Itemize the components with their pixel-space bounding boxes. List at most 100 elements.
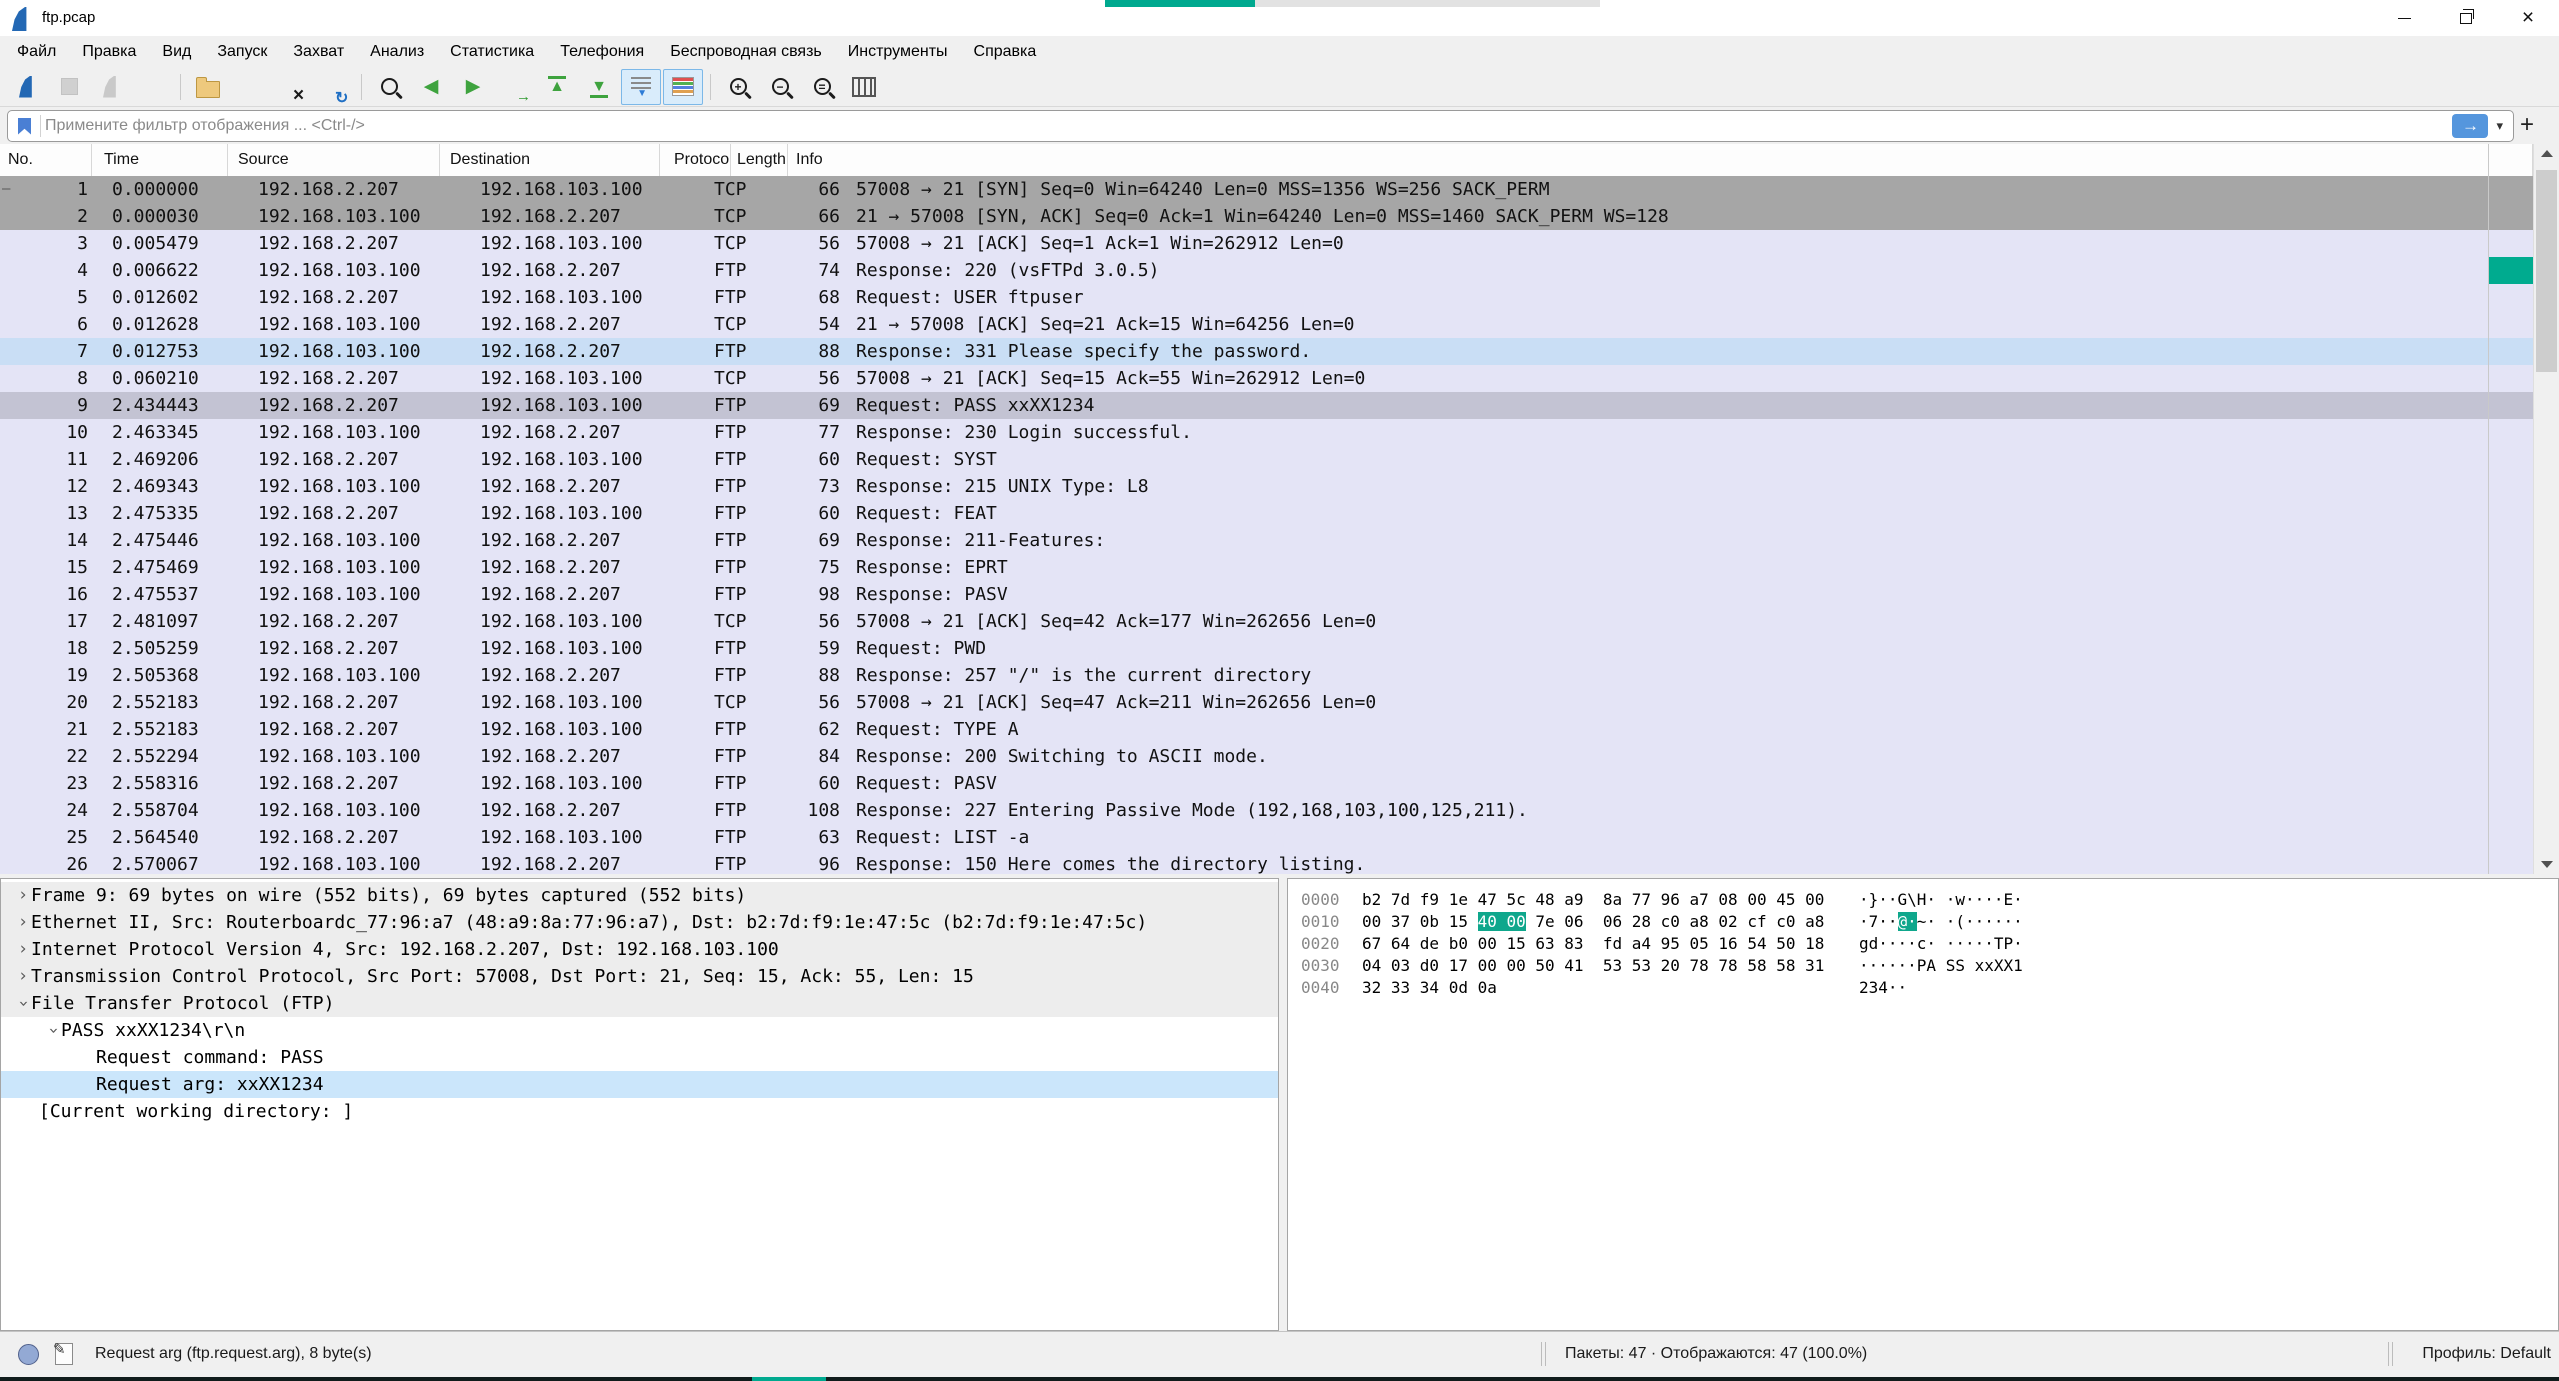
minimize-button[interactable] — [2373, 0, 2435, 36]
previous-packet-button[interactable]: ◀ — [411, 69, 451, 105]
packet-row[interactable]: 70.012753192.168.103.100192.168.2.207FTP… — [0, 338, 2533, 365]
capture-comment-icon[interactable] — [55, 1343, 73, 1365]
column-header-length[interactable]: Length — [731, 144, 788, 176]
hex-row[interactable]: 0000b2 7d f9 1e 47 5c 48 a9 8a 77 96 a7 … — [1301, 889, 2558, 911]
zoom-original-button[interactable]: = — [802, 69, 842, 105]
detail-row[interactable]: Request arg: xxXX1234 — [1, 1071, 1278, 1098]
menu-statistics[interactable]: Статистика — [437, 36, 547, 67]
detail-row[interactable]: ›Internet Protocol Version 4, Src: 192.1… — [1, 936, 1278, 963]
hex-row[interactable]: 002067 64 de b0 00 15 63 83 fd a4 95 05 … — [1301, 933, 2558, 955]
packet-row[interactable]: 80.060210192.168.2.207192.168.103.100TCP… — [0, 365, 2533, 392]
hex-row[interactable]: 001000 37 0b 15 40 00 7e 06 06 28 c0 a8 … — [1301, 911, 2558, 933]
first-packet-button[interactable]: ▲ — [537, 69, 577, 105]
column-header-no[interactable]: No. — [0, 144, 92, 176]
filter-dropdown-caret-icon[interactable]: ▾ — [2496, 118, 2503, 134]
detail-row[interactable]: Request command: PASS — [1, 1044, 1278, 1071]
packet-list-scrollbar[interactable] — [2533, 144, 2559, 874]
close-button[interactable]: × — [2497, 0, 2559, 36]
detail-row[interactable]: ›Transmission Control Protocol, Src Port… — [1, 963, 1278, 990]
packet-row[interactable]: 252.564540192.168.2.207192.168.103.100FT… — [0, 824, 2533, 851]
add-filter-button[interactable]: + — [2513, 110, 2541, 140]
packet-row[interactable]: 50.012602192.168.2.207192.168.103.100FTP… — [0, 284, 2533, 311]
menu-capture[interactable]: Захват — [280, 36, 357, 67]
colorize-button[interactable] — [663, 69, 703, 105]
expand-icon[interactable]: › — [15, 963, 31, 990]
packet-row[interactable]: 202.552183192.168.2.207192.168.103.100TC… — [0, 689, 2533, 716]
menu-wireless[interactable]: Беспроводная связь — [657, 36, 835, 67]
zoom-out-button[interactable]: − — [760, 69, 800, 105]
menu-view[interactable]: Вид — [149, 36, 204, 67]
packet-row[interactable]: 132.475335192.168.2.207192.168.103.100FT… — [0, 500, 2533, 527]
detail-row[interactable]: ›File Transfer Protocol (FTP) — [1, 990, 1278, 1017]
find-packet-button[interactable] — [369, 69, 409, 105]
apply-filter-button[interactable]: → — [2452, 114, 2488, 138]
next-packet-button[interactable]: ▶ — [453, 69, 493, 105]
status-profile[interactable]: Профиль: Default — [2422, 1345, 2551, 1363]
reload-file-button[interactable] — [314, 69, 354, 105]
column-header-source[interactable]: Source — [228, 144, 440, 176]
detail-row[interactable]: [Current working directory: ] — [1, 1098, 1278, 1125]
column-header-protocol[interactable]: Protocol — [660, 144, 731, 176]
column-header-info[interactable]: Info — [788, 144, 2533, 176]
hex-row[interactable]: 004032 33 34 0d 0a234·· — [1301, 977, 2558, 999]
packet-row[interactable]: 232.558316192.168.2.207192.168.103.100FT… — [0, 770, 2533, 797]
menu-analyze[interactable]: Анализ — [357, 36, 437, 67]
expand-icon[interactable]: › — [15, 936, 31, 963]
zoom-in-button[interactable]: + — [718, 69, 758, 105]
packet-row[interactable]: 92.434443192.168.2.207192.168.103.100FTP… — [0, 392, 2533, 419]
packet-row[interactable]: 262.570067192.168.103.100192.168.2.207FT… — [0, 851, 2533, 874]
hex-row[interactable]: 003004 03 d0 17 00 00 50 41 53 53 20 78 … — [1301, 955, 2558, 977]
display-filter-box[interactable]: → ▾ — [7, 110, 2514, 142]
column-header-destination[interactable]: Destination — [440, 144, 660, 176]
menu-edit[interactable]: Правка — [69, 36, 149, 67]
restore-button[interactable] — [2435, 0, 2497, 36]
packet-row[interactable]: 182.505259192.168.2.207192.168.103.100FT… — [0, 635, 2533, 662]
scrollbar-up-icon[interactable] — [2541, 150, 2553, 157]
scrollbar-down-icon[interactable] — [2541, 861, 2553, 868]
auto-scroll-button[interactable] — [621, 69, 661, 105]
packet-row[interactable]: 192.505368192.168.103.100192.168.2.207FT… — [0, 662, 2533, 689]
last-packet-button[interactable]: ▼ — [579, 69, 619, 105]
go-to-packet-button[interactable] — [495, 69, 535, 105]
packet-row[interactable]: 112.469206192.168.2.207192.168.103.100FT… — [0, 446, 2533, 473]
scrollbar-thumb[interactable] — [2536, 170, 2557, 372]
column-header-time[interactable]: Time — [92, 144, 228, 176]
detail-row[interactable]: ›PASS xxXX1234\r\n — [1, 1017, 1278, 1044]
packet-row[interactable]: 122.469343192.168.103.100192.168.2.207FT… — [0, 473, 2533, 500]
packet-row[interactable]: 152.475469192.168.103.100192.168.2.207FT… — [0, 554, 2533, 581]
packet-row[interactable]: 30.005479192.168.2.207192.168.103.100TCP… — [0, 230, 2533, 257]
packet-row[interactable]: 142.475446192.168.103.100192.168.2.207FT… — [0, 527, 2533, 554]
open-file-button[interactable] — [188, 69, 228, 105]
resize-columns-button[interactable] — [844, 69, 884, 105]
expert-info-icon[interactable] — [18, 1344, 39, 1365]
packet-row[interactable]: 20.000030192.168.103.100192.168.2.207TCP… — [0, 203, 2533, 230]
packet-row[interactable]: 40.006622192.168.103.100192.168.2.207FTP… — [0, 257, 2533, 284]
packet-row[interactable]: 10.000000192.168.2.207192.168.103.100TCP… — [0, 176, 2533, 203]
menu-telephony[interactable]: Телефония — [547, 36, 657, 67]
menu-go[interactable]: Запуск — [204, 36, 280, 67]
start-capture-button[interactable] — [7, 69, 47, 105]
packet-row[interactable]: 222.552294192.168.103.100192.168.2.207FT… — [0, 743, 2533, 770]
packet-row[interactable]: 162.475537192.168.103.100192.168.2.207FT… — [0, 581, 2533, 608]
menu-file[interactable]: Файл — [4, 36, 69, 67]
expand-icon[interactable]: › — [15, 909, 31, 936]
packet-proto: TCP — [700, 311, 785, 338]
detail-row[interactable]: ›Ethernet II, Src: Routerboardc_77:96:a7… — [1, 909, 1278, 936]
expand-icon[interactable]: › — [15, 882, 31, 909]
packet-row[interactable]: 212.552183192.168.2.207192.168.103.100FT… — [0, 716, 2533, 743]
hex-offset: 0010 — [1301, 911, 1362, 933]
menu-help[interactable]: Справка — [961, 36, 1050, 67]
filter-bookmark-icon[interactable] — [18, 118, 31, 135]
display-filter-input[interactable] — [43, 116, 2452, 136]
close-file-button[interactable] — [272, 69, 312, 105]
packet-row[interactable]: 60.012628192.168.103.100192.168.2.207TCP… — [0, 311, 2533, 338]
menu-tools[interactable]: Инструменты — [835, 36, 961, 67]
packet-row[interactable]: 172.481097192.168.2.207192.168.103.100TC… — [0, 608, 2533, 635]
collapse-icon[interactable]: › — [10, 996, 37, 1012]
capture-options-button[interactable] — [133, 69, 173, 105]
detail-row[interactable]: ›Frame 9: 69 bytes on wire (552 bits), 6… — [1, 882, 1278, 909]
detail-text: Ethernet II, Src: Routerboardc_77:96:a7 … — [31, 909, 1147, 936]
packet-row[interactable]: 102.463345192.168.103.100192.168.2.207FT… — [0, 419, 2533, 446]
packet-row[interactable]: 242.558704192.168.103.100192.168.2.207FT… — [0, 797, 2533, 824]
collapse-icon[interactable]: › — [40, 1023, 67, 1039]
